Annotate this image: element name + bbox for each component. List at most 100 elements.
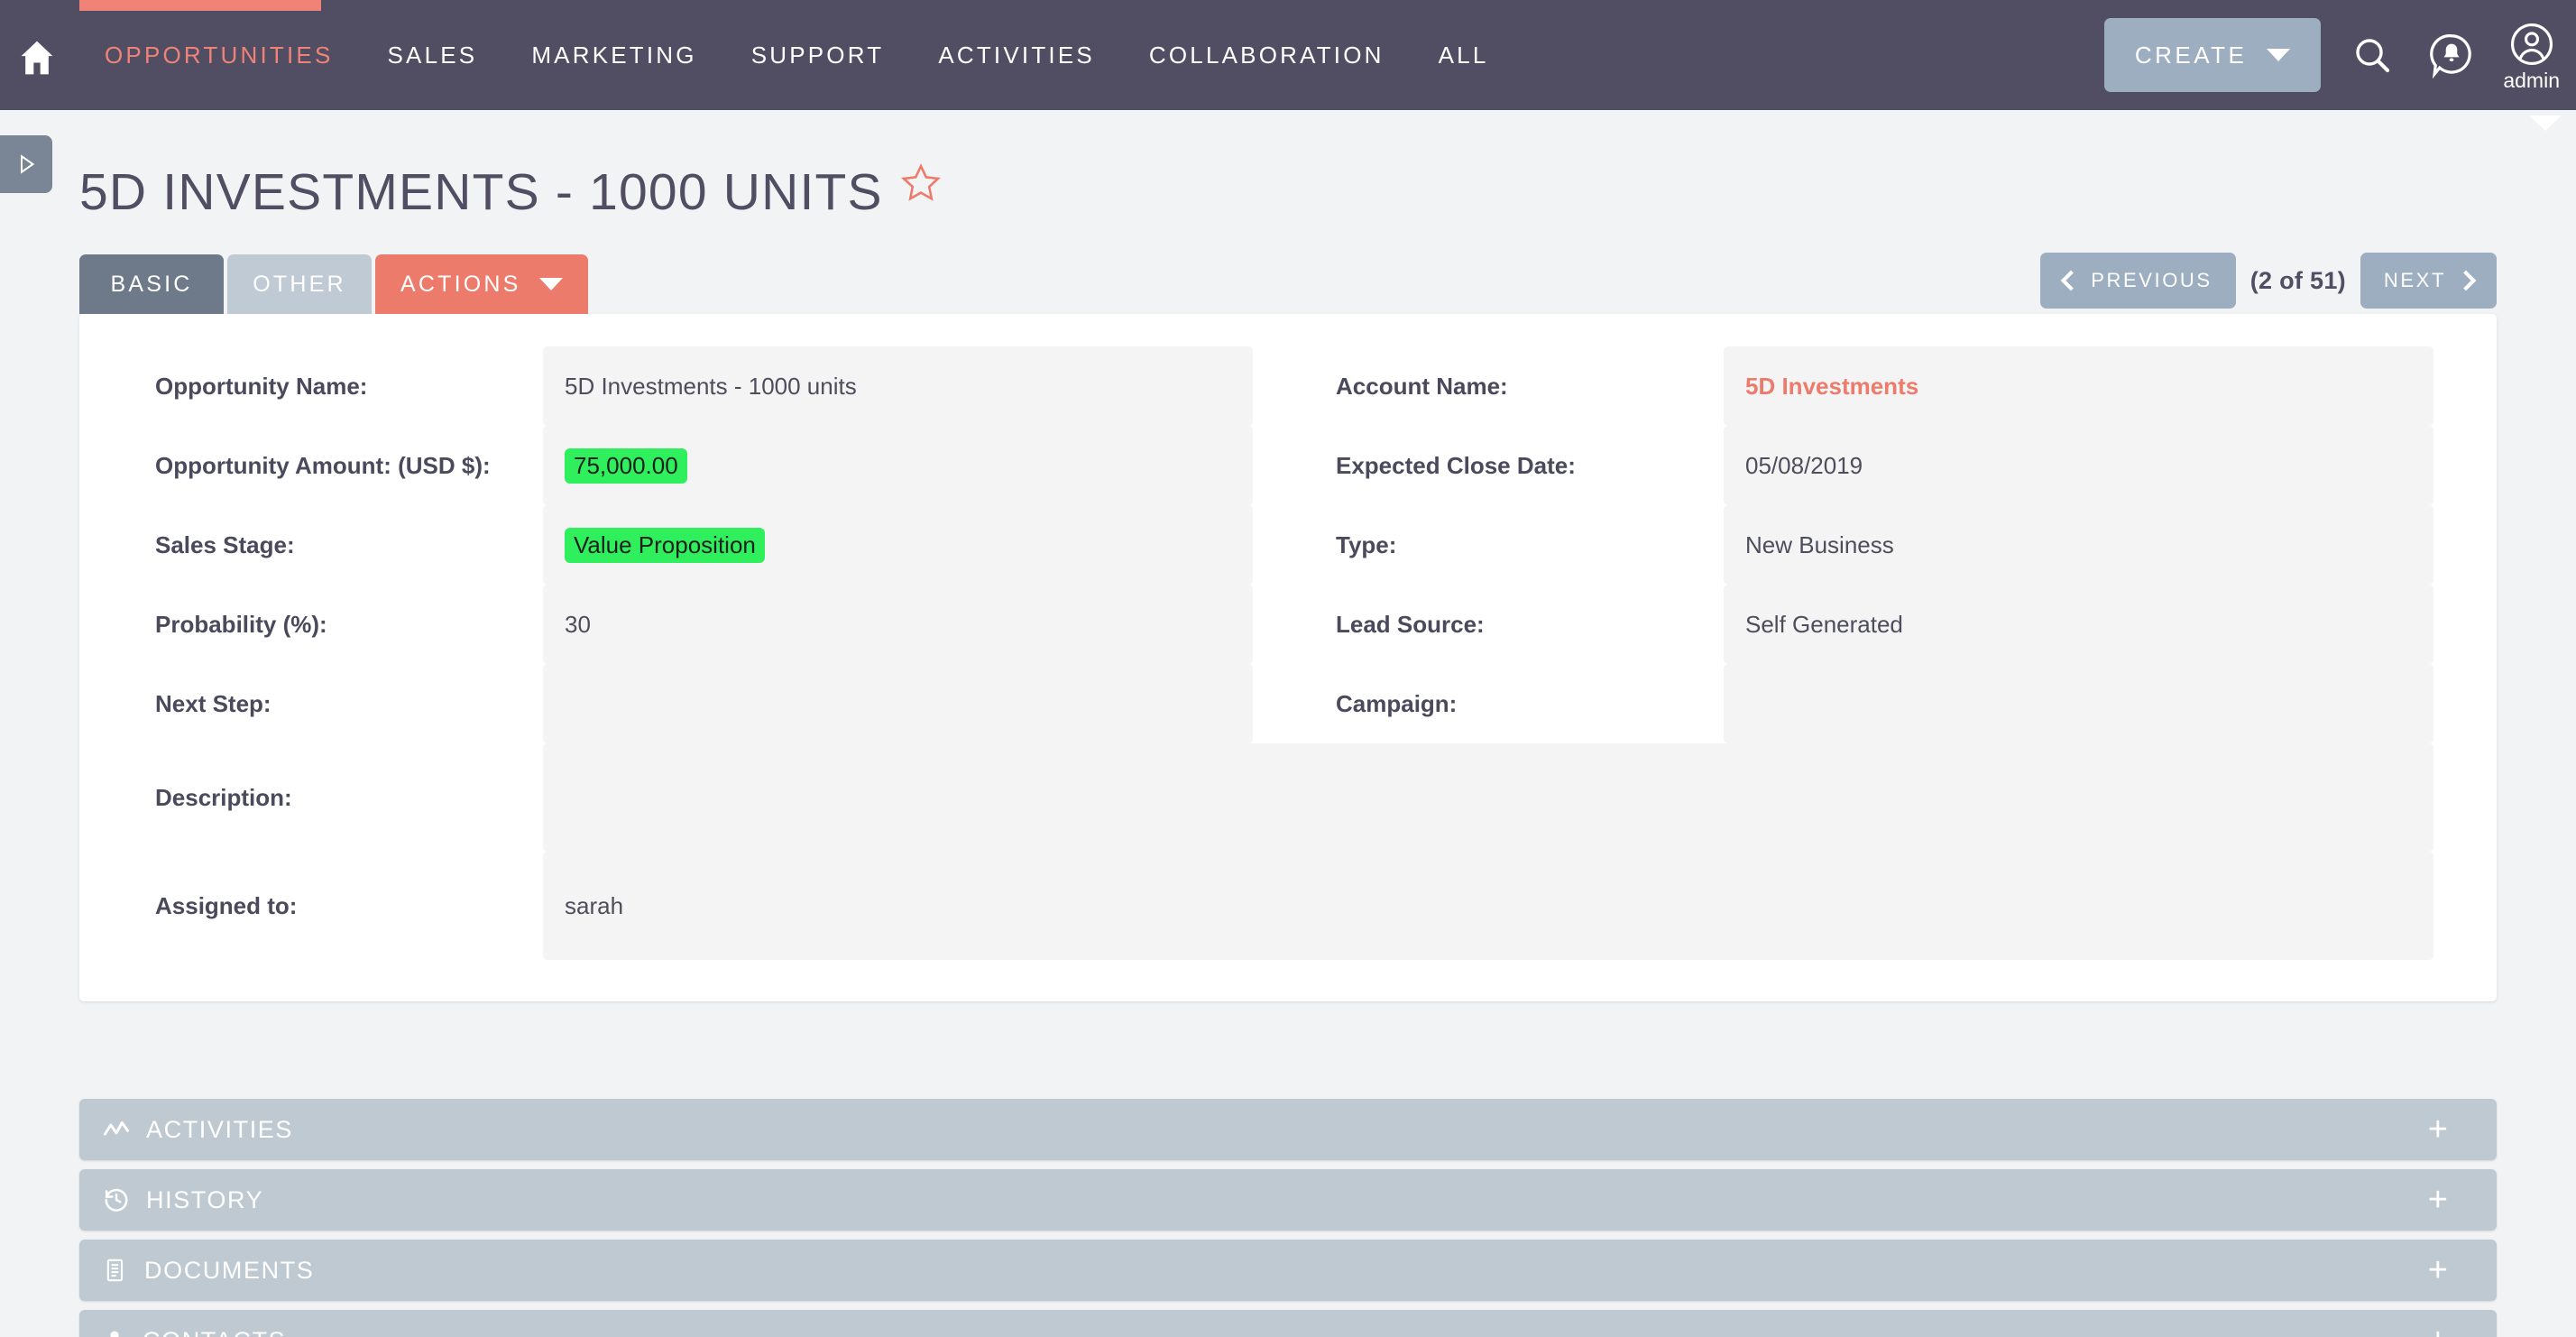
field-label: Type: — [1336, 530, 1397, 558]
field-value[interactable]: 75,000.00 — [543, 426, 1253, 505]
documents-icon — [103, 1257, 128, 1284]
panel-title: HISTORY — [146, 1185, 264, 1213]
field-label: Assigned to: — [155, 891, 298, 919]
panel-title: CONTACTS — [143, 1327, 286, 1337]
panel-left: HISTORY — [103, 1186, 263, 1214]
nav-item-all[interactable]: ALL — [1412, 0, 1516, 110]
nav-item-support[interactable]: SUPPORT — [724, 0, 912, 110]
page-title: 5D INVESTMENTS - 1000 UNITS — [79, 163, 883, 221]
tab-basic[interactable]: BASIC — [79, 254, 224, 314]
avatar[interactable]: admin — [2503, 22, 2560, 93]
panel-title: DOCUMENTS — [144, 1256, 315, 1284]
field-label: Expected Close Date: — [1336, 451, 1576, 479]
field-value[interactable]: Self Generated — [1724, 585, 2433, 664]
field-label: Opportunity Amount: (USD $): — [155, 451, 491, 479]
field-sales-stage: Sales Stage: Value Proposition — [143, 505, 1253, 585]
next-record-button[interactable]: NEXT — [2360, 253, 2497, 309]
panel-expand-icon[interactable]: + — [2428, 1183, 2448, 1217]
active-nav-accent-bar — [79, 0, 321, 11]
panel-left: CONTACTS — [103, 1327, 286, 1337]
record-title-row: 5D INVESTMENTS - 1000 UNITS — [79, 110, 2497, 222]
panel-expand-icon[interactable]: + — [2428, 1323, 2448, 1337]
field-label: Account Name: — [1336, 372, 1508, 400]
field-description: Description: — [143, 743, 2433, 852]
field-label: Description: — [155, 783, 292, 811]
account-name-link[interactable]: 5D Investments — [1745, 373, 1918, 401]
detail-fields-grid: Opportunity Name: 5D Investments - 1000 … — [79, 346, 2497, 960]
search-icon[interactable] — [2344, 27, 2400, 83]
field-label: Opportunity Name: — [155, 372, 368, 400]
chevron-right-icon — [2455, 270, 2477, 291]
previous-record-button[interactable]: PREVIOUS — [2040, 253, 2236, 309]
field-label: Campaign: — [1336, 689, 1458, 717]
nav-item-opportunities[interactable]: OPPORTUNITIES — [78, 0, 361, 110]
field-assigned-to: Assigned to: sarah — [143, 852, 2433, 960]
chevron-left-icon — [2060, 270, 2082, 291]
amount-highlight: 75,000.00 — [565, 447, 687, 484]
nav-left-group: OPPORTUNITIES SALES MARKETING SUPPORT AC… — [0, 0, 1516, 110]
field-expected-close-date: Expected Close Date: 05/08/2019 — [1323, 426, 2433, 505]
field-label: Probability (%): — [155, 610, 327, 638]
record-tabs: BASIC OTHER ACTIONS PREVIOUS (2 of 51) N… — [79, 253, 2497, 314]
activity-chart-icon — [103, 1116, 130, 1143]
field-value[interactable] — [543, 743, 2433, 852]
nav-item-sales[interactable]: SALES — [361, 0, 505, 110]
panel-contacts[interactable]: CONTACTS + — [79, 1310, 2497, 1337]
pager-count: (2 of 51) — [2249, 266, 2346, 294]
field-opportunity-name: Opportunity Name: 5D Investments - 1000 … — [143, 346, 1253, 426]
field-probability: Probability (%): 30 — [143, 585, 1253, 664]
home-icon[interactable] — [9, 31, 65, 85]
field-value[interactable]: Value Proposition — [543, 505, 1253, 585]
field-label: Lead Source: — [1336, 610, 1485, 638]
panel-activities[interactable]: ACTIVITIES + — [79, 1099, 2497, 1160]
field-account-name: Account Name: 5D Investments — [1323, 346, 2433, 426]
field-campaign: Campaign: — [1323, 664, 2433, 743]
field-value[interactable]: 05/08/2019 — [1724, 426, 2433, 505]
field-value[interactable] — [1724, 664, 2433, 743]
nav-item-marketing[interactable]: MARKETING — [504, 0, 723, 110]
panel-history[interactable]: HISTORY + — [79, 1169, 2497, 1231]
chevron-down-icon — [2267, 49, 2291, 61]
tab-other[interactable]: OTHER — [227, 254, 372, 314]
next-label: NEXT — [2383, 269, 2446, 291]
field-type: Type: New Business — [1323, 505, 2433, 585]
field-label: Sales Stage: — [155, 530, 295, 558]
field-value[interactable]: sarah — [543, 852, 2433, 960]
field-value[interactable]: 5D Investments - 1000 units — [543, 346, 1253, 426]
nav-right-group: CREATE admin — [2103, 0, 2560, 110]
top-navigation-bar: OPPORTUNITIES SALES MARKETING SUPPORT AC… — [0, 0, 2576, 110]
panel-left: DOCUMENTS — [103, 1257, 314, 1285]
field-value[interactable]: 30 — [543, 585, 1253, 664]
page-content: 5D INVESTMENTS - 1000 UNITS BASIC OTHER … — [0, 110, 2576, 1337]
panel-title: ACTIVITIES — [146, 1115, 294, 1143]
notification-bell-icon[interactable] — [2424, 27, 2479, 83]
nav-items: OPPORTUNITIES SALES MARKETING SUPPORT AC… — [78, 0, 1516, 110]
history-clock-icon — [103, 1186, 130, 1213]
create-button-label: CREATE — [2134, 41, 2248, 69]
collapsible-panels: ACTIVITIES + HISTORY + DOCUMENTS + — [79, 1099, 2497, 1337]
field-next-step: Next Step: — [143, 664, 1253, 743]
previous-label: PREVIOUS — [2091, 269, 2213, 291]
avatar-username: admin — [2503, 68, 2560, 92]
field-lead-source: Lead Source: Self Generated — [1323, 585, 2433, 664]
field-label: Next Step: — [155, 689, 271, 717]
nav-item-collaboration[interactable]: COLLABORATION — [1122, 0, 1412, 110]
nav-item-activities[interactable]: ACTIVITIES — [911, 0, 1122, 110]
sales-stage-highlight: Value Proposition — [565, 527, 765, 563]
record-detail-card: Opportunity Name: 5D Investments - 1000 … — [79, 314, 2497, 1001]
star-outline-icon[interactable] — [899, 161, 943, 209]
field-value[interactable]: New Business — [1724, 505, 2433, 585]
panel-left: ACTIVITIES — [103, 1116, 293, 1144]
panel-expand-icon[interactable]: + — [2428, 1253, 2448, 1287]
field-opportunity-amount: Opportunity Amount: (USD $): 75,000.00 — [143, 426, 1253, 505]
contact-person-icon — [103, 1327, 126, 1337]
chevron-down-icon — [538, 278, 563, 290]
panel-expand-icon[interactable]: + — [2428, 1112, 2448, 1147]
field-value[interactable] — [543, 664, 1253, 743]
field-value[interactable]: 5D Investments — [1724, 346, 2433, 426]
tab-actions-label: ACTIONS — [400, 271, 521, 297]
record-pager: PREVIOUS (2 of 51) NEXT — [2040, 253, 2497, 309]
tab-actions[interactable]: ACTIONS — [375, 254, 588, 314]
panel-documents[interactable]: DOCUMENTS + — [79, 1240, 2497, 1301]
create-button[interactable]: CREATE — [2103, 18, 2322, 92]
